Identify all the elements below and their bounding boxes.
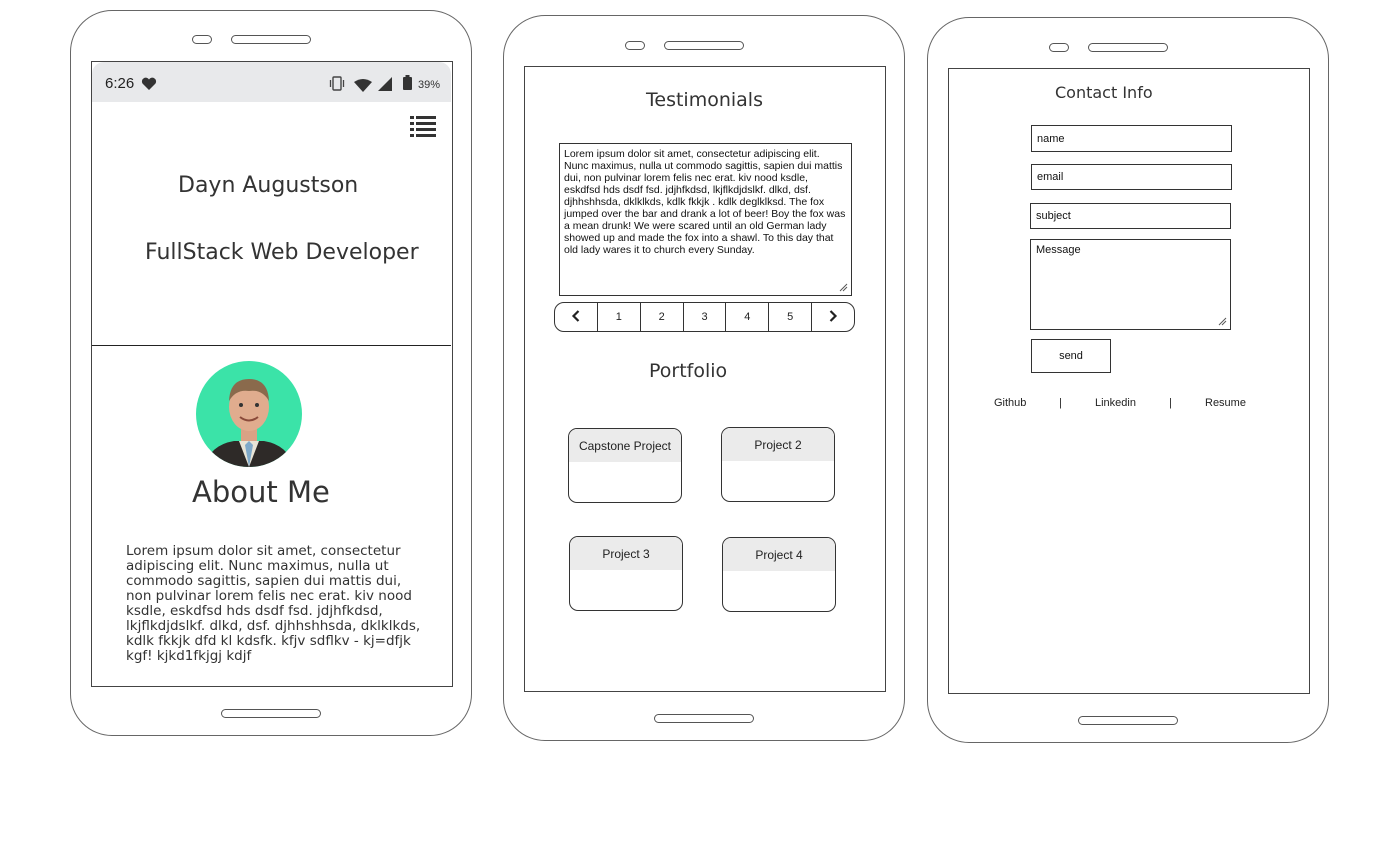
camera (192, 35, 212, 44)
project-card-title: Project 4 (723, 538, 835, 571)
job-title: FullStack Web Developer (145, 240, 419, 265)
testimonial-text: Lorem ipsum dolor sit amet, consectetur … (564, 148, 846, 256)
link-separator: | (1059, 397, 1062, 409)
project-card-title: Capstone Project (569, 429, 681, 462)
contact-screen: Contact Info name email subject Message … (948, 68, 1310, 694)
camera (1049, 43, 1069, 52)
project-card[interactable]: Project 3 (569, 536, 683, 611)
next-page-button[interactable] (812, 303, 854, 331)
project-card-title: Project 2 (722, 428, 834, 461)
about-text: Lorem ipsum dolor sit amet, consectetur … (126, 543, 421, 664)
email-placeholder: email (1037, 171, 1064, 183)
page-button-3[interactable]: 3 (684, 303, 727, 331)
page-button-1[interactable]: 1 (598, 303, 641, 331)
wifi-icon (354, 77, 372, 96)
battery-icon (403, 75, 412, 94)
vibrate-icon (329, 76, 345, 95)
contact-title: Contact Info (1055, 83, 1153, 102)
camera (625, 41, 645, 50)
testimonial-textarea[interactable]: Lorem ipsum dolor sit amet, consectetur … (559, 143, 852, 296)
email-field[interactable]: email (1031, 164, 1232, 190)
message-field[interactable]: Message (1030, 239, 1231, 330)
github-link[interactable]: Github (994, 397, 1026, 409)
project-card[interactable]: Capstone Project (568, 428, 682, 503)
avatar (196, 361, 302, 467)
linkedin-link[interactable]: Linkedin (1095, 397, 1136, 409)
section-divider (92, 345, 451, 346)
prev-page-button[interactable] (555, 303, 598, 331)
home-button[interactable] (654, 714, 754, 723)
status-time: 6:26 (105, 75, 135, 92)
subject-placeholder: subject (1036, 210, 1071, 222)
home-button[interactable] (221, 709, 321, 718)
name-field[interactable]: name (1031, 125, 1232, 152)
chevron-left-icon (571, 309, 581, 325)
status-bar: 6:26 39% (92, 62, 451, 102)
heart-icon (141, 76, 157, 95)
resume-link[interactable]: Resume (1205, 397, 1246, 409)
speaker (231, 35, 311, 44)
resize-handle-icon[interactable] (839, 283, 848, 292)
page-button-5[interactable]: 5 (769, 303, 813, 331)
page-button-2[interactable]: 2 (641, 303, 684, 331)
about-title: About Me (192, 475, 330, 509)
name-placeholder: name (1037, 132, 1065, 145)
project-card[interactable]: Project 4 (722, 537, 836, 612)
message-placeholder: Message (1036, 244, 1081, 256)
send-button[interactable]: send (1031, 339, 1111, 373)
chevron-right-icon (828, 309, 838, 325)
profile-name: Dayn Augustson (178, 173, 359, 198)
battery-percent: 39% (418, 79, 441, 91)
phone-profile: 6:26 39% Dayn Augustson FullStack Web De… (70, 10, 472, 736)
list-icon[interactable] (410, 115, 436, 141)
speaker (1088, 43, 1168, 52)
phone-testimonials: Testimonials Lorem ipsum dolor sit amet,… (503, 15, 905, 741)
profile-screen: 6:26 39% Dayn Augustson FullStack Web De… (91, 61, 453, 687)
testimonials-screen: Testimonials Lorem ipsum dolor sit amet,… (524, 66, 886, 692)
testimonials-title: Testimonials (646, 89, 763, 111)
subject-field[interactable]: subject (1030, 203, 1231, 229)
signal-icon (378, 76, 392, 95)
portfolio-title: Portfolio (649, 360, 728, 382)
page-button-4[interactable]: 4 (726, 303, 770, 331)
testimonial-pagination: 1 2 3 4 5 (554, 302, 855, 332)
home-button[interactable] (1078, 716, 1178, 725)
link-separator: | (1169, 397, 1172, 409)
project-card[interactable]: Project 2 (721, 427, 835, 502)
project-card-title: Project 3 (570, 537, 682, 570)
phone-contact: Contact Info name email subject Message … (927, 17, 1329, 743)
speaker (664, 41, 744, 50)
resize-handle-icon[interactable] (1218, 317, 1227, 326)
